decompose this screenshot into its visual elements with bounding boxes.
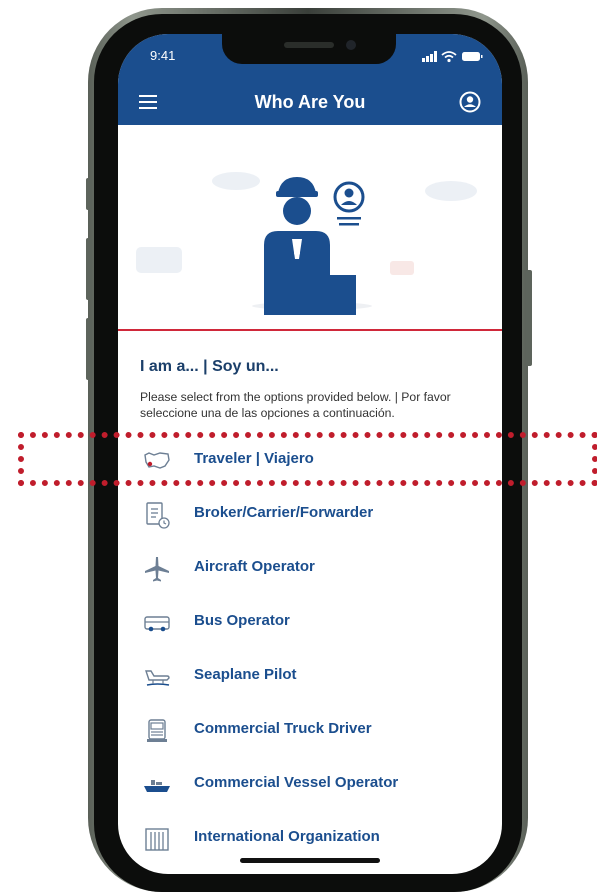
section-divider [118,329,502,331]
option-broker[interactable]: Broker/Carrier/Forwarder [118,492,502,536]
section-description: Please select from the options provided … [140,390,451,420]
ship-icon [144,780,170,792]
page-title: Who Are You [254,92,366,112]
option-label: Seaplane Pilot [194,666,297,683]
silent-switch [86,178,92,210]
passport-photo-icon [333,181,365,226]
option-commercial-vessel-operator[interactable]: Commercial Vessel Operator [118,762,502,806]
signal-icon [422,51,437,62]
home-indicator[interactable] [240,858,380,863]
status-time: 9:41 [150,48,176,63]
officer-icon [264,177,356,315]
option-label: International Organization [194,828,380,845]
airplane-icon [145,557,169,582]
document-clock-icon [146,502,170,529]
power-button [526,270,532,366]
app-bar: 9:41 Who Are You [118,34,502,125]
bus-icon [144,616,170,632]
option-commercial-truck-driver[interactable]: Commercial Truck Driver [118,708,502,752]
speaker-grille [284,42,334,48]
option-label: Bus Operator [194,612,290,629]
volume-down-button [86,318,92,380]
front-camera [346,40,356,50]
option-international-organization[interactable]: International Organization [118,816,502,860]
hero-illustration [136,172,477,315]
volume-up-button [86,238,92,300]
option-bus-operator[interactable]: Bus Operator [118,600,502,644]
battery-icon [462,52,480,61]
status-icons [422,51,483,63]
building-icon [145,828,169,851]
profile-icon[interactable] [459,91,481,113]
seaplane-icon [145,670,170,686]
option-label: Aircraft Operator [194,558,315,575]
wifi-icon [441,51,457,59]
section-heading: I am a... | Soy un... [140,358,279,375]
truck-icon [147,719,167,742]
option-label: Broker/Carrier/Forwarder [194,504,374,521]
option-seaplane-pilot[interactable]: Seaplane Pilot [118,654,502,698]
option-label: Commercial Vessel Operator [194,774,399,791]
option-label: Commercial Truck Driver [194,720,372,737]
option-aircraft-operator[interactable]: Aircraft Operator [118,546,502,590]
highlight-box [18,432,597,486]
notch [222,34,396,64]
